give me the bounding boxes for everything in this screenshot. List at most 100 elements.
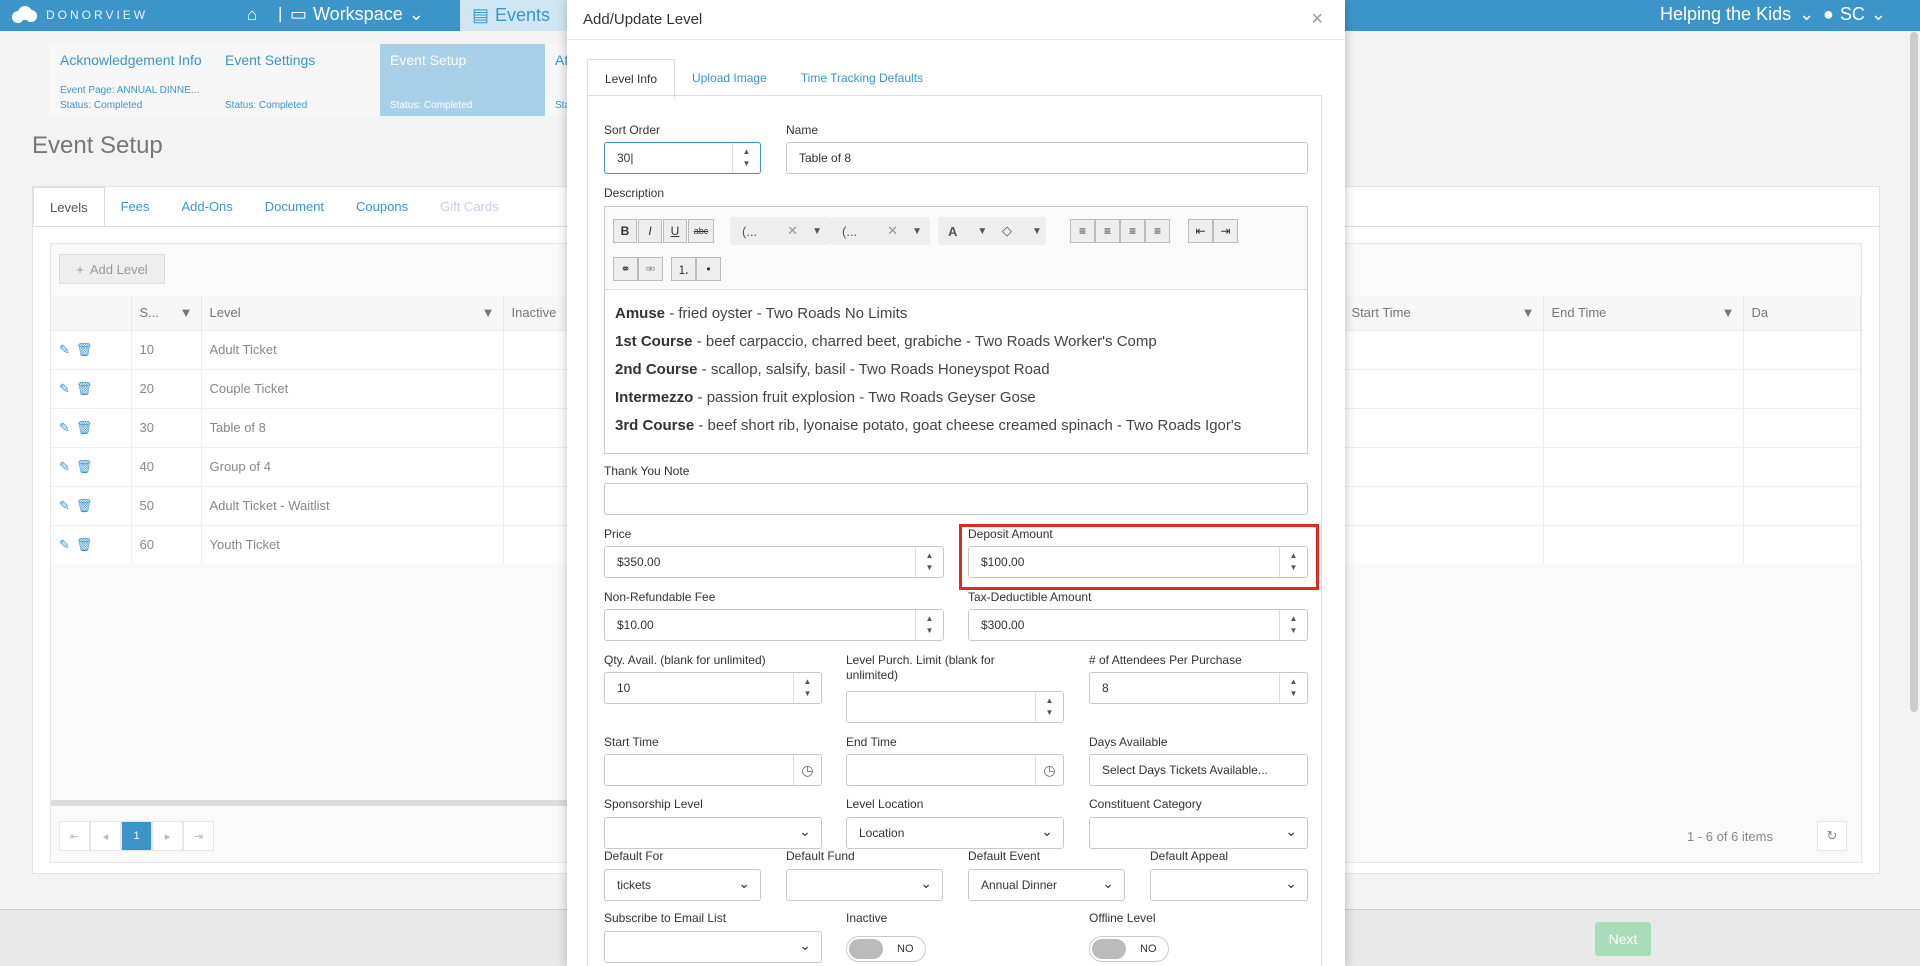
home-icon[interactable]: ⌂ [247, 5, 257, 25]
constituent-select[interactable] [1089, 817, 1308, 849]
organization-menu[interactable]: Helping the Kids ⌄ [1660, 4, 1814, 25]
thank-you-input[interactable] [604, 483, 1308, 515]
filter-icon[interactable]: ▼ [180, 305, 193, 320]
column-start-time[interactable]: Start Time ▼ [1343, 296, 1544, 330]
spin-up-icon[interactable]: ▲ [804, 676, 812, 688]
spin-up-icon[interactable]: ▲ [1290, 613, 1298, 625]
edit-icon[interactable]: ✎ [59, 498, 70, 514]
align-right-icon[interactable]: ≡ [1120, 219, 1145, 243]
trash-icon[interactable]: 🗑 [76, 459, 93, 475]
tab-coupons[interactable]: Coupons [340, 187, 424, 226]
purch-limit-spinner[interactable]: ▲ ▼ [1035, 692, 1063, 722]
next-page-icon[interactable]: ▸ [152, 821, 183, 851]
trash-icon[interactable]: 🗑 [76, 537, 93, 553]
price-input[interactable]: $350.00 ▲ ▼ [604, 546, 944, 578]
tab-gift-cards[interactable]: Gift Cards [424, 187, 515, 226]
clock-icon[interactable]: ◷ [793, 755, 821, 785]
strikethrough-button[interactable]: abc [688, 219, 714, 243]
filter-icon[interactable]: ▼ [1722, 305, 1735, 320]
tab-levels[interactable]: Levels [33, 187, 105, 226]
spin-down-icon[interactable]: ▼ [1046, 707, 1054, 719]
next-button[interactable]: Next [1595, 922, 1651, 956]
column-sort[interactable]: S... ▼ [131, 296, 202, 330]
tab-add-ons[interactable]: Add-Ons [165, 187, 248, 226]
spin-up-icon[interactable]: ▲ [1290, 676, 1298, 688]
step-event-settings[interactable]: Event Settings Status: Completed [215, 44, 380, 116]
link-icon[interactable]: ⚭ [613, 257, 638, 281]
outdent-icon[interactable]: ⇤ [1188, 219, 1213, 243]
trash-icon[interactable]: 🗑 [76, 498, 93, 514]
first-page-icon[interactable]: ⇤ [59, 821, 90, 851]
spin-up-icon[interactable]: ▲ [926, 613, 934, 625]
location-select[interactable]: Location [846, 817, 1064, 849]
price-spinner[interactable]: ▲ ▼ [915, 547, 943, 577]
qty-avail-input[interactable]: 10 ▲ ▼ [604, 672, 822, 704]
ordered-list-icon[interactable]: ⒈ [671, 257, 696, 281]
tab-level-info[interactable]: Level Info [587, 59, 676, 99]
qty-avail-spinner[interactable]: ▲ ▼ [793, 673, 821, 703]
edit-icon[interactable]: ✎ [59, 537, 70, 553]
column-days[interactable]: Da [1743, 296, 1861, 330]
description-editor[interactable]: B I U abc (... ✕ ▼ (... ✕ ▼ A ▼ ◇ ▼ ≡ ≡ … [604, 206, 1308, 454]
filter-icon[interactable]: ▼ [482, 305, 495, 320]
font-color-dropdown[interactable]: A ▼ [938, 217, 992, 245]
clock-icon[interactable]: ◷ [1035, 755, 1063, 785]
edit-icon[interactable]: ✎ [59, 420, 70, 436]
edit-icon[interactable]: ✎ [59, 459, 70, 475]
events-menu[interactable]: ▤ Events [460, 0, 570, 31]
align-left-icon[interactable]: ≡ [1070, 219, 1095, 243]
days-available-select[interactable]: Select Days Tickets Available... [1089, 754, 1308, 786]
attendees-input[interactable]: 8 ▲ ▼ [1089, 672, 1308, 704]
spin-up-icon[interactable]: ▲ [743, 146, 751, 158]
page-number-button[interactable]: 1 [121, 821, 152, 851]
default-fund-select[interactable] [786, 869, 943, 901]
italic-button[interactable]: I [638, 219, 662, 243]
user-menu[interactable]: ● SC ⌄ [1823, 4, 1886, 25]
close-icon[interactable]: × [1311, 8, 1323, 31]
clear-icon[interactable]: ✕ [787, 223, 798, 239]
font-size-dropdown[interactable]: (... ✕ ▼ [830, 217, 930, 245]
name-input[interactable]: Table of 8 [786, 142, 1308, 174]
logo[interactable]: DONORVIEW [12, 5, 148, 25]
spin-down-icon[interactable]: ▼ [926, 625, 934, 637]
trash-icon[interactable]: 🗑 [76, 342, 93, 358]
spin-up-icon[interactable]: ▲ [1046, 695, 1054, 707]
start-time-input[interactable]: ◷ [604, 754, 822, 786]
sort-order-input[interactable]: 30 | ▲ ▼ [604, 142, 761, 174]
editor-content[interactable]: Amuse - fried oyster - Two Roads No Limi… [605, 290, 1307, 444]
tab-document[interactable]: Document [249, 187, 340, 226]
spin-down-icon[interactable]: ▼ [1290, 688, 1298, 700]
subscribe-select[interactable] [604, 931, 822, 963]
filter-icon[interactable]: ▼ [1522, 305, 1535, 320]
background-color-dropdown[interactable]: ◇ ▼ [992, 217, 1046, 245]
spin-down-icon[interactable]: ▼ [1290, 625, 1298, 637]
last-page-icon[interactable]: ⇥ [183, 821, 214, 851]
spin-up-icon[interactable]: ▲ [926, 550, 934, 562]
vertical-scrollbar[interactable] [1910, 32, 1918, 712]
edit-icon[interactable]: ✎ [59, 381, 70, 397]
underline-button[interactable]: U [663, 219, 687, 243]
column-end-time[interactable]: End Time ▼ [1543, 296, 1744, 330]
default-event-select[interactable]: Annual Dinner [968, 869, 1125, 901]
offline-toggle[interactable]: NO [1089, 936, 1169, 962]
indent-icon[interactable]: ⇥ [1213, 219, 1238, 243]
spin-down-icon[interactable]: ▼ [804, 688, 812, 700]
spin-down-icon[interactable]: ▼ [743, 158, 751, 170]
tax-deductible-input[interactable]: $300.00 ▲ ▼ [968, 609, 1308, 641]
unordered-list-icon[interactable]: • [696, 257, 721, 281]
purch-limit-input[interactable]: ▲ ▼ [846, 691, 1064, 723]
sort-order-spinner[interactable]: ▲ ▼ [732, 143, 760, 173]
bold-button[interactable]: B [613, 219, 637, 243]
attendees-spinner[interactable]: ▲ ▼ [1279, 673, 1307, 703]
default-appeal-select[interactable] [1150, 869, 1308, 901]
sponsorship-select[interactable] [604, 817, 822, 849]
step-event-setup[interactable]: Event Setup Status: Completed [380, 44, 545, 116]
tab-upload-image[interactable]: Upload Image [675, 59, 784, 99]
spin-down-icon[interactable]: ▼ [926, 562, 934, 574]
trash-icon[interactable]: 🗑 [76, 420, 93, 436]
edit-icon[interactable]: ✎ [59, 342, 70, 358]
non-refundable-input[interactable]: $10.00 ▲ ▼ [604, 609, 944, 641]
align-justify-icon[interactable]: ≡ [1145, 219, 1170, 243]
trash-icon[interactable]: 🗑 [76, 381, 93, 397]
font-family-dropdown[interactable]: (... ✕ ▼ [730, 217, 830, 245]
